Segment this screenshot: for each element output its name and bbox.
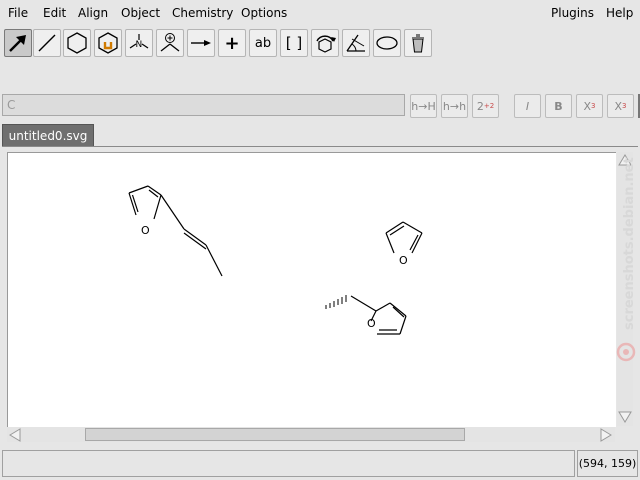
molecule-methyl-furan[interactable]: O <box>325 295 407 335</box>
svg-text:screenshots.debian.net: screenshots.debian.net <box>622 157 637 330</box>
tab-untitled0[interactable]: untitled0.svg <box>2 124 94 147</box>
menu-align[interactable]: Align <box>78 6 108 20</box>
bond-line-icon <box>38 34 56 52</box>
text-entry-field[interactable] <box>2 94 405 116</box>
horizontal-scroll-thumb[interactable] <box>85 428 465 441</box>
oxygen-label: O <box>399 254 408 267</box>
scroll-left-icon[interactable] <box>8 428 22 442</box>
numbering-sub: +2 <box>483 102 495 110</box>
tab-label: untitled0.svg <box>8 129 88 143</box>
scroll-down-icon[interactable] <box>618 410 632 424</box>
template-tool[interactable] <box>94 29 122 57</box>
arrow-tool[interactable] <box>187 29 215 57</box>
brackets-icon: [ ] <box>285 34 303 52</box>
menu-help[interactable]: Help <box>606 6 633 20</box>
menu-edit[interactable]: Edit <box>43 6 66 20</box>
nitrogen-atom-icon: N <box>129 34 149 50</box>
menu-chemistry[interactable]: Chemistry <box>172 6 233 20</box>
superscript-label: X <box>614 99 623 113</box>
subscript-mode-button[interactable]: h→H <box>410 94 437 118</box>
plus-icon: + <box>224 32 240 54</box>
superscript-button[interactable]: X3 <box>607 94 634 118</box>
bond-tool[interactable] <box>33 29 61 57</box>
hexagon-icon <box>67 32 87 54</box>
oxygen-label: O <box>367 317 376 330</box>
text-tool[interactable]: ab <box>249 29 277 57</box>
molecule-drawing: O O O <box>128 185 423 335</box>
numbering-button[interactable]: 2 +2 <box>472 94 499 118</box>
subscript-mark: 3 <box>591 102 596 110</box>
bold-button[interactable]: B <box>545 94 572 118</box>
charge-tool[interactable] <box>156 29 184 57</box>
ellipse-icon <box>376 36 398 50</box>
menu-bar: File Edit Align Object Chemistry Options… <box>0 0 640 26</box>
shape-tool[interactable] <box>373 29 401 57</box>
oxygen-label: O <box>141 224 150 237</box>
horizontal-scrollbar[interactable] <box>7 427 615 442</box>
bond-align-tool[interactable] <box>342 29 370 57</box>
italic-button[interactable]: I <box>514 94 541 118</box>
superscript-mark: 3 <box>622 102 627 110</box>
menu-options[interactable]: Options <box>241 6 287 20</box>
charge-plus-icon <box>160 33 180 52</box>
numbering-label: 2 <box>476 99 484 113</box>
status-message <box>2 450 575 477</box>
template-ring-icon <box>98 32 118 54</box>
arrow-icon <box>9 35 26 52</box>
bucket-icon <box>412 34 424 53</box>
scroll-right-icon[interactable] <box>599 428 613 442</box>
menu-plugins[interactable]: Plugins <box>551 6 594 20</box>
main-toolbar: N + ab [ ] <box>0 27 640 61</box>
rotate-icon <box>316 35 336 53</box>
watermark: screenshots.debian.net <box>614 130 640 370</box>
edit-mode-tool[interactable] <box>4 29 32 57</box>
subscript-label: X <box>583 99 592 113</box>
reaction-arrow-icon <box>191 40 211 46</box>
subscript-mode-label: h→H <box>411 99 436 113</box>
menu-file[interactable]: File <box>8 6 28 20</box>
superscript-mode-label: h→h <box>442 99 467 113</box>
vector-tool[interactable]: N <box>125 29 153 57</box>
subscript-button[interactable]: X3 <box>576 94 603 118</box>
ring-tool[interactable] <box>63 29 91 57</box>
superscript-mode-button[interactable]: h→h <box>441 94 468 118</box>
italic-label: I <box>525 99 530 113</box>
plus-tool[interactable]: + <box>218 29 246 57</box>
status-bar: (594, 159) <box>0 448 640 480</box>
text-ab-icon: ab <box>254 35 272 51</box>
angle-icon <box>346 34 365 52</box>
molecule-furan[interactable]: O <box>385 221 423 267</box>
menu-object[interactable]: Object <box>121 6 160 20</box>
delete-tool[interactable] <box>404 29 432 57</box>
rotate-tool[interactable] <box>311 29 339 57</box>
watermark-text: screenshots.debian.net <box>616 157 637 362</box>
drawing-canvas[interactable]: O O O <box>7 152 616 427</box>
svg-text:N: N <box>136 40 143 50</box>
bold-label: B <box>554 99 563 113</box>
bracket-tool[interactable]: [ ] <box>280 29 308 57</box>
cursor-coordinates: (594, 159) <box>577 450 638 477</box>
molecule-furan-butenyl[interactable]: O <box>128 185 223 277</box>
